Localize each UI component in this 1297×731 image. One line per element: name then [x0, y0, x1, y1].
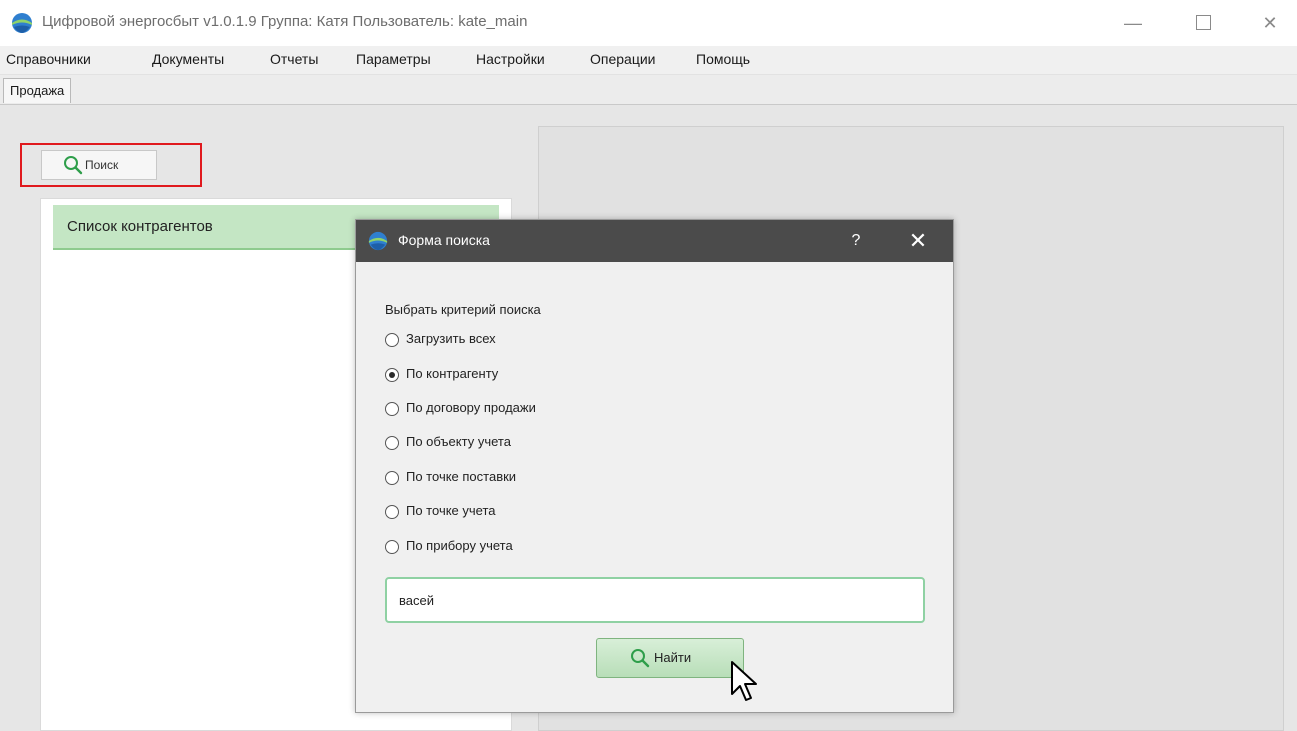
window-title: Цифровой энергосбыт v1.0.1.9 Группа: Кат… [42, 13, 528, 30]
close-window-button[interactable]: ✕ [1247, 8, 1293, 38]
radio-label: По объекту учета [406, 434, 511, 449]
search-icon [64, 156, 83, 175]
tab-strip: Продажа [0, 75, 1297, 105]
menu-item-help[interactable]: Помощь [696, 51, 750, 67]
radio-button[interactable] [385, 436, 399, 450]
radio-label: По точке поставки [406, 469, 517, 484]
radio-button[interactable] [385, 402, 399, 416]
menu-item-reports[interactable]: Отчеты [270, 51, 318, 67]
radio-button[interactable] [385, 333, 399, 347]
radio-label: По прибору учета [406, 538, 513, 553]
menu-item-references[interactable]: Справочники [6, 51, 91, 67]
minimize-button[interactable]: — [1110, 8, 1156, 38]
cursor-icon [731, 661, 757, 701]
find-button[interactable]: Найти [596, 638, 744, 678]
search-button[interactable]: Поиск [41, 150, 157, 180]
criteria-label: Выбрать критерий поиска [385, 302, 541, 317]
dialog-help-button[interactable]: ? [844, 228, 868, 254]
search-input[interactable] [385, 577, 925, 623]
menu-item-settings[interactable]: Настройки [476, 51, 545, 67]
radio-button-selected[interactable] [385, 368, 399, 382]
radio-label: По точке учета [406, 503, 496, 518]
maximize-button[interactable] [1180, 8, 1226, 38]
radio-button[interactable] [385, 540, 399, 554]
radio-button[interactable] [385, 471, 399, 485]
menu-item-parameters[interactable]: Параметры [356, 51, 431, 67]
counterparty-list-title: Список контрагентов [67, 218, 213, 235]
radio-button[interactable] [385, 505, 399, 519]
radio-label: По контрагенту [406, 366, 499, 381]
app-globe-icon [12, 13, 32, 33]
window-titlebar: Цифровой энергосбыт v1.0.1.9 Группа: Кат… [0, 0, 1297, 46]
menu-item-operations[interactable]: Операции [590, 51, 656, 67]
tab-sales[interactable]: Продажа [3, 78, 72, 103]
dialog-title: Форма поиска [398, 232, 490, 248]
app-globe-icon [368, 231, 388, 251]
radio-label: Загрузить всех [406, 331, 496, 346]
menu-item-documents[interactable]: Документы [152, 51, 224, 67]
dialog-titlebar[interactable]: Форма поиска ? ✕ [356, 220, 953, 262]
find-button-label: Найти [654, 650, 692, 665]
search-dialog: Форма поиска ? ✕ Выбрать критерий поиска… [355, 219, 954, 713]
radio-label: По договору продажи [406, 400, 536, 415]
search-button-highlight: Поиск [20, 143, 202, 187]
maximize-icon [1195, 15, 1211, 31]
menu-bar: Справочники Документы Отчеты Параметры Н… [0, 46, 1297, 75]
search-button-label: Поиск [85, 158, 119, 172]
search-icon [631, 649, 650, 668]
dialog-close-button[interactable]: ✕ [903, 226, 933, 256]
